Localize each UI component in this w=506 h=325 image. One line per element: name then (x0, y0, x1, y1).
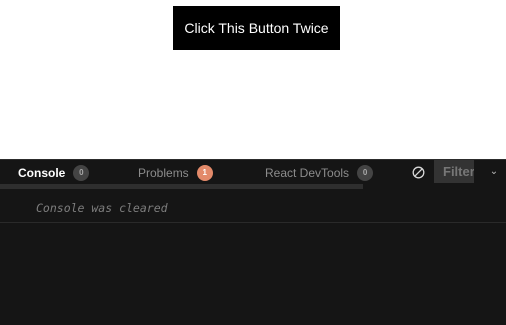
tab-underline (0, 184, 363, 189)
console-log-message: Console was cleared (36, 201, 168, 215)
tab-react-devtools-label: React DevTools (265, 165, 350, 180)
tab-react-devtools[interactable]: React DevTools 0 (265, 160, 374, 185)
tab-problems[interactable]: Problems 1 (138, 160, 213, 185)
clear-console-icon[interactable] (412, 166, 425, 179)
filter-input[interactable] (434, 160, 474, 183)
problems-count-badge: 1 (196, 164, 213, 181)
tab-problems-label: Problems (138, 165, 189, 180)
tab-console[interactable]: Console 0 (18, 160, 90, 185)
page: Click This Button Twice Console 0 Proble… (0, 0, 506, 325)
chevron-down-icon[interactable]: ⌄ (488, 166, 500, 178)
react-devtools-count-badge: 0 (357, 164, 374, 181)
tab-console-label: Console (18, 165, 66, 180)
click-twice-button[interactable]: Click This Button Twice (173, 6, 340, 50)
console-count-badge: 0 (73, 164, 90, 181)
log-divider (0, 222, 506, 223)
devtools-panel: Console 0 Problems 1 React DevTools 0 ⌄ … (0, 159, 506, 325)
preview-pane: Click This Button Twice (0, 0, 506, 159)
devtools-tabbar: Console 0 Problems 1 React DevTools 0 ⌄ (0, 160, 506, 189)
